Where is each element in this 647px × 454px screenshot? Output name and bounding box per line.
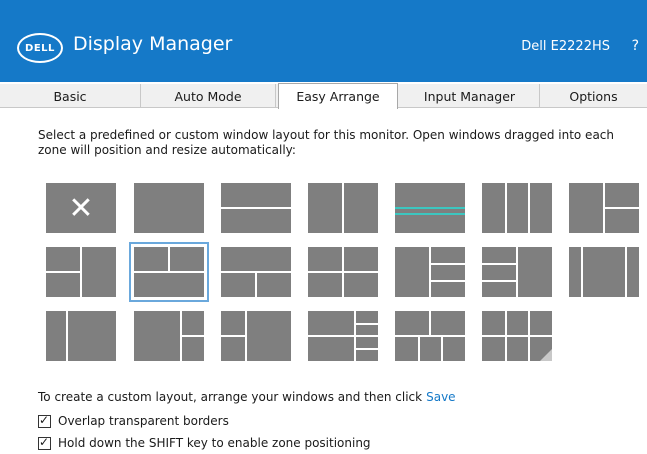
dell-logo-icon: DELL [17,33,63,63]
tab-easy-arrange[interactable]: Easy Arrange [278,83,398,109]
tab-input-manager[interactable]: Input Manager [400,84,540,108]
app-title: Display Manager [73,33,233,55]
tab-auto-mode[interactable]: Auto Mode [141,84,276,108]
layout-bottom-split[interactable] [221,247,291,297]
layout-left-2-narrow[interactable] [134,311,204,361]
layout-wide-center[interactable] [569,247,639,297]
app-header: DELL Display Manager Dell E2222HS ? [0,0,647,82]
layout-4-quad[interactable] [308,247,378,297]
layout-custom[interactable] [482,311,552,361]
layout-description: Select a predefined or custom window lay… [38,128,614,157]
tab-basic[interactable]: Basic [0,84,141,108]
layout-6-zone[interactable] [395,311,465,361]
layout-3-left-right[interactable] [482,247,552,297]
check-icon: ✓ [39,434,50,449]
overlap-borders-option[interactable]: ✓ Overlap transparent borders [38,412,229,428]
shift-key-label: Hold down the SHIFT key to enable zone p… [58,436,371,450]
shift-key-option[interactable]: ✓ Hold down the SHIFT key to enable zone… [38,434,371,450]
monitor-model: Dell E2222HS [521,39,610,54]
custom-layout-hint: To create a custom layout, arrange your … [38,390,456,404]
layout-left-right-split[interactable] [569,183,639,233]
layout-top-split[interactable] [129,242,209,302]
layout-3-rows[interactable] [395,183,465,233]
check-icon: ✓ [39,412,50,427]
overlap-borders-checkbox[interactable]: ✓ [38,412,51,428]
layout-none[interactable]: ✕ [46,183,116,233]
layout-left-3-right[interactable] [395,247,465,297]
close-icon: ✕ [68,190,94,226]
tab-options[interactable]: Options [540,84,647,108]
tab-bar: Basic Auto Mode Easy Arrange Input Manag… [0,83,647,109]
layout-2-cols[interactable] [308,183,378,233]
custom-layout-text: To create a custom layout, arrange your … [38,390,423,404]
layout-narrow-left[interactable] [46,311,116,361]
layout-2-rows[interactable] [221,183,291,233]
shift-key-checkbox[interactable]: ✓ [38,434,51,450]
layout-right-left-split[interactable] [46,247,116,297]
layout-narrow-2-right[interactable] [221,311,291,361]
help-button[interactable]: ? [632,38,639,54]
layout-5-zone[interactable] [308,311,378,361]
resize-corner-icon [540,349,552,361]
overlap-borders-label: Overlap transparent borders [58,414,229,428]
layout-full[interactable] [134,183,204,233]
save-link[interactable]: Save [426,390,455,404]
layout-3-cols[interactable] [482,183,552,233]
